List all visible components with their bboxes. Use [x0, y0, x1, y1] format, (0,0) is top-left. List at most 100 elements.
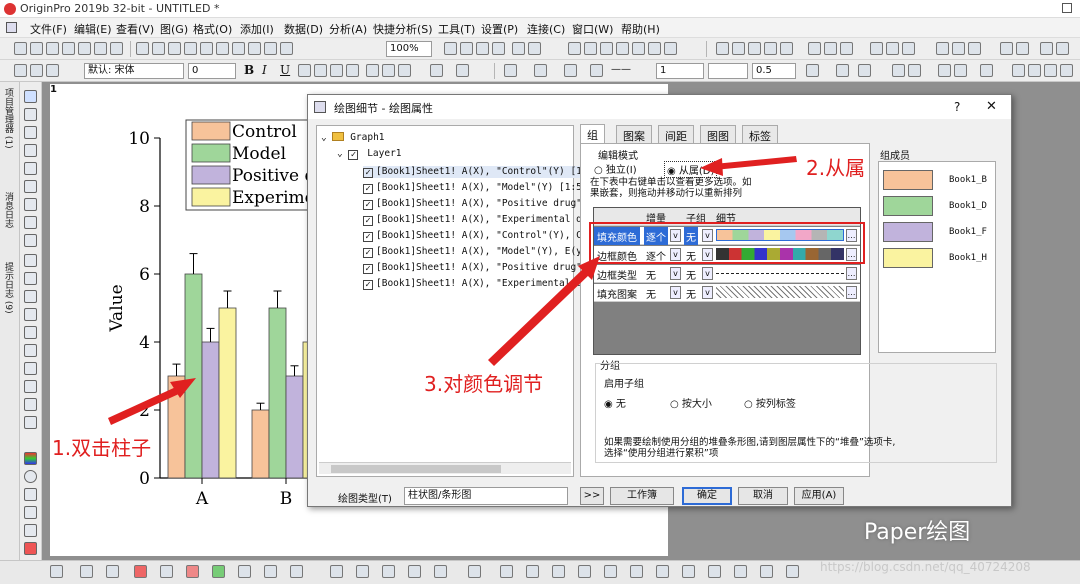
ternary-icon[interactable]	[468, 565, 481, 578]
draw-data-icon[interactable]	[24, 216, 37, 229]
windrose-icon[interactable]	[734, 565, 747, 578]
sort-icon[interactable]	[732, 42, 745, 55]
stats-plot-icon[interactable]	[264, 565, 277, 578]
insert-table-icon[interactable]	[24, 398, 37, 411]
layers-icon[interactable]	[664, 42, 677, 55]
tree-plot-item[interactable]: ✓ [Book1]Sheet1! A(X), "Model"(Y) [1:5]	[363, 182, 588, 194]
recalculate-icon[interactable]	[232, 42, 245, 55]
new-notes-icon[interactable]	[110, 42, 123, 55]
decrease-font-icon[interactable]	[382, 64, 395, 77]
data-selector-icon[interactable]	[24, 198, 37, 211]
tree-graph-node[interactable]: ⌄ Graph1	[321, 132, 385, 143]
collapse-icon[interactable]: ⌄	[321, 132, 327, 143]
tab-drawing[interactable]: 图图	[700, 125, 736, 143]
more-icon[interactable]	[1056, 42, 1069, 55]
checkbox-icon[interactable]: ✓	[363, 280, 373, 290]
import-ascii-icon[interactable]	[216, 42, 229, 55]
more-options-icon[interactable]: …	[846, 267, 857, 280]
fill-area-icon[interactable]	[630, 565, 643, 578]
filter-icon[interactable]	[870, 42, 883, 55]
tab-message-log[interactable]: 消息日志	[2, 192, 15, 228]
radio-sub-by-label[interactable]: ○ 按列标签	[744, 395, 796, 410]
checkbox-icon[interactable]: ✓	[363, 248, 373, 258]
waterfall-icon[interactable]	[408, 565, 421, 578]
symbol-icon[interactable]	[590, 64, 603, 77]
increase-font-icon[interactable]	[366, 64, 379, 77]
sparkline-icon[interactable]	[1016, 42, 1029, 55]
menu-window[interactable]: 窗口(W)	[572, 21, 613, 37]
member-swatch[interactable]	[883, 170, 933, 190]
more-options-icon[interactable]: …	[846, 286, 857, 299]
region-mask-icon[interactable]	[24, 234, 37, 247]
contour-plot-icon[interactable]	[238, 565, 251, 578]
tree-plot-item[interactable]: ✓ [Book1]Sheet1! A(X), "Model"(Y), E(yEr)	[363, 246, 599, 258]
tab-group[interactable]: 组	[580, 124, 605, 144]
menu-quick-analysis[interactable]: 快捷分析(S)	[373, 21, 433, 37]
new-graph-icon[interactable]	[46, 42, 59, 55]
menu-help[interactable]: 帮助(H)	[621, 21, 660, 37]
new-matrix-icon[interactable]	[62, 42, 75, 55]
new-project-icon[interactable]	[14, 42, 27, 55]
text-tool-icon[interactable]	[24, 254, 37, 267]
font-select[interactable]: 默认: 宋体	[84, 63, 184, 79]
tab-spacing[interactable]: 间距	[658, 125, 694, 143]
image-icon[interactable]	[584, 42, 597, 55]
menu-insert[interactable]: 添加(I)	[240, 21, 274, 37]
extract-icon[interactable]	[1000, 42, 1013, 55]
cancel-button[interactable]: 取消	[738, 487, 788, 505]
row-stats-icon[interactable]	[780, 42, 793, 55]
polar-icon[interactable]	[500, 565, 513, 578]
add-layer-icon[interactable]	[24, 506, 37, 519]
camera-icon[interactable]	[600, 42, 613, 55]
stock-icon[interactable]	[604, 565, 617, 578]
layer-icon[interactable]	[24, 488, 37, 501]
screen-reader-icon[interactable]	[24, 180, 37, 193]
rectangle-tool-icon[interactable]	[24, 326, 37, 339]
calendar-icon[interactable]	[616, 42, 629, 55]
apply-button[interactable]: 应用(A)	[794, 487, 844, 505]
line-plot-icon[interactable]	[50, 565, 63, 578]
menu-data[interactable]: 数据(D)	[284, 21, 323, 37]
palette-icon[interactable]	[1044, 64, 1057, 77]
line-symbol-icon[interactable]	[106, 565, 119, 578]
table-icon[interactable]	[858, 64, 871, 77]
tree-plot-item[interactable]: ✓ [Book1]Sheet1! A(X), "Positive drug"(Y)	[363, 262, 599, 274]
print-icon[interactable]	[444, 42, 457, 55]
radio-dependent[interactable]: ◉ 从属(D)	[664, 161, 718, 178]
align-icon[interactable]	[908, 64, 921, 77]
refresh-icon[interactable]	[280, 42, 293, 55]
brush-icon[interactable]	[1060, 64, 1073, 77]
record-icon[interactable]	[24, 542, 37, 555]
smith-chart-icon[interactable]	[526, 565, 539, 578]
font-size-select[interactable]: 0	[188, 63, 236, 79]
parallel-icon[interactable]	[682, 565, 695, 578]
column-chart-icon[interactable]	[824, 42, 837, 55]
column-plot-icon[interactable]	[134, 565, 147, 578]
menu-analysis[interactable]: 分析(A)	[329, 21, 367, 37]
tree-plot-item[interactable]: ✓ [Book1]Sheet1! A(X), "Control"(Y) [1:5]	[363, 166, 600, 178]
font-color-icon[interactable]	[456, 64, 469, 77]
copy-icon[interactable]	[30, 64, 43, 77]
insert-equation-icon[interactable]	[24, 416, 37, 429]
box-plot-icon[interactable]	[186, 565, 199, 578]
italic-button[interactable]: I	[262, 63, 267, 77]
checkbox-icon[interactable]: ✓	[363, 264, 373, 274]
calculator-icon[interactable]	[632, 42, 645, 55]
color-map-icon[interactable]	[1012, 64, 1025, 77]
left-align-icon[interactable]	[398, 64, 411, 77]
open-icon[interactable]	[136, 42, 149, 55]
checkbox-icon[interactable]: ✓	[363, 168, 373, 178]
multi-panel-icon[interactable]	[356, 565, 369, 578]
region-icon[interactable]	[24, 362, 37, 375]
pointer-icon[interactable]	[24, 90, 37, 103]
pie-plot-icon[interactable]	[160, 565, 173, 578]
line-width-select[interactable]: 1	[656, 63, 704, 79]
greek-icon[interactable]	[346, 64, 359, 77]
menu-settings[interactable]: 设置(P)	[481, 21, 518, 37]
menu-format[interactable]: 格式(O)	[193, 21, 232, 37]
paste-icon[interactable]	[46, 64, 59, 77]
chevron-down-icon[interactable]: v	[670, 267, 681, 280]
menu-view[interactable]: 查看(V)	[116, 21, 154, 37]
new-function-icon[interactable]	[78, 42, 91, 55]
results-log-icon[interactable]	[492, 42, 505, 55]
